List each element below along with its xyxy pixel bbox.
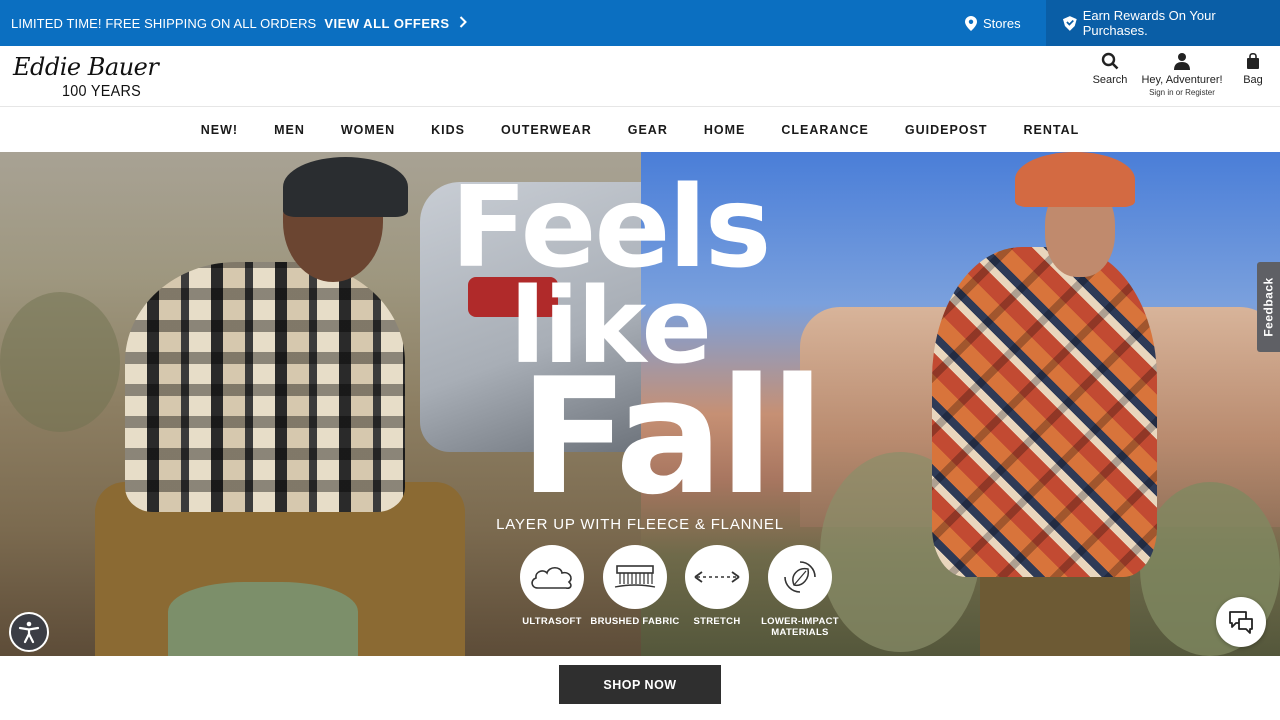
chevron-right-icon [459, 15, 467, 31]
feature-label: BRUSHED FABRIC [590, 616, 680, 627]
location-pin-icon [965, 15, 977, 31]
logo-script: Eddie Bauer [13, 53, 159, 81]
logo-years: 100 YEARS [62, 83, 142, 100]
nav-item-home[interactable]: HOME [686, 123, 764, 137]
stores-label: Stores [983, 15, 1021, 31]
chat-bubbles-icon [1229, 611, 1253, 634]
hero-banner[interactable]: Feels like Fall LAYER UP WITH FLEECE & F… [0, 152, 1280, 656]
feature-label: STRETCH [693, 616, 741, 627]
promo-message: LIMITED TIME! FREE SHIPPING ON ALL ORDER… [11, 0, 467, 46]
chat-button[interactable] [1216, 597, 1266, 647]
bag-button[interactable]: Bag [1240, 52, 1266, 86]
view-all-offers-link[interactable]: VIEW ALL OFFERS [324, 15, 467, 31]
feature-label: ULTRASOFT [522, 616, 582, 627]
nav-item-guidepost[interactable]: GUIDEPOST [887, 123, 1006, 137]
nav-item-outerwear[interactable]: OUTERWEAR [483, 123, 610, 137]
hero-model-right-fleece [932, 247, 1157, 577]
hero-shrub [0, 292, 120, 432]
user-icon [1174, 53, 1190, 70]
hero-headline-line3: Fall [519, 343, 825, 530]
stretch-arrows-icon [685, 545, 749, 609]
account-button[interactable]: Hey, Adventurer! Sign in or Register [1136, 52, 1228, 97]
nav-item-gear[interactable]: GEAR [610, 123, 686, 137]
account-label: Hey, Adventurer! [1141, 74, 1223, 86]
hero-model-left-flannel [125, 262, 405, 512]
hero-tagline: LAYER UP WITH FLEECE & FLANNEL [496, 516, 784, 533]
recycle-leaf-icon [768, 545, 832, 609]
feedback-label: Feedback [1261, 277, 1276, 337]
feedback-tab[interactable]: Feedback [1257, 262, 1280, 352]
search-icon [1101, 52, 1119, 70]
search-button[interactable]: Search [1091, 52, 1129, 86]
nav-item-kids[interactable]: KIDS [413, 123, 483, 137]
feature-ultrasoft: ULTRASOFT [507, 545, 597, 627]
promo-text: LIMITED TIME! FREE SHIPPING ON ALL ORDER… [11, 15, 317, 31]
brush-icon [603, 545, 667, 609]
accessibility-icon [18, 621, 40, 644]
feature-label: LOWER-IMPACT MATERIALS [761, 616, 839, 638]
nav-item-men[interactable]: MEN [256, 123, 323, 137]
nav-item-clearance[interactable]: CLEARANCE [763, 123, 886, 137]
accessibility-button[interactable] [9, 612, 49, 652]
view-all-offers-label: VIEW ALL OFFERS [324, 15, 450, 31]
feature-stretch: STRETCH [672, 545, 762, 627]
rewards-badge-icon [1063, 15, 1077, 31]
nav-item-rental[interactable]: RENTAL [1005, 123, 1097, 137]
site-header: Eddie Bauer 100 YEARS Search Hey, Advent… [0, 46, 1280, 107]
promo-bar: LIMITED TIME! FREE SHIPPING ON ALL ORDER… [0, 0, 1280, 46]
cloud-icon [520, 545, 584, 609]
hero-model-left-cap [283, 157, 408, 217]
rewards-label: Earn Rewards On Your Purchases. [1082, 8, 1216, 38]
shopping-bag-icon [1247, 52, 1259, 69]
hero-stump [168, 582, 358, 656]
shop-now-button[interactable]: SHOP NOW [559, 665, 721, 704]
feature-lower-impact: LOWER-IMPACT MATERIALS [755, 545, 845, 638]
search-label: Search [1092, 74, 1128, 86]
hero-model-right-cap [1015, 152, 1135, 207]
sign-in-register-link[interactable]: Sign in or Register [1149, 88, 1215, 97]
nav-item-new[interactable]: NEW! [183, 123, 256, 137]
nav-item-women[interactable]: WOMEN [323, 123, 413, 137]
main-nav: NEW! MEN WOMEN KIDS OUTERWEAR GEAR HOME … [0, 107, 1280, 152]
eddie-bauer-logo[interactable]: Eddie Bauer 100 YEARS [11, 51, 176, 101]
stores-link[interactable]: Stores [965, 0, 1021, 46]
bag-label: Bag [1243, 74, 1263, 86]
feature-brushed-fabric: BRUSHED FABRIC [590, 545, 680, 627]
rewards-link[interactable]: Earn Rewards On Your Purchases. [1046, 0, 1280, 46]
